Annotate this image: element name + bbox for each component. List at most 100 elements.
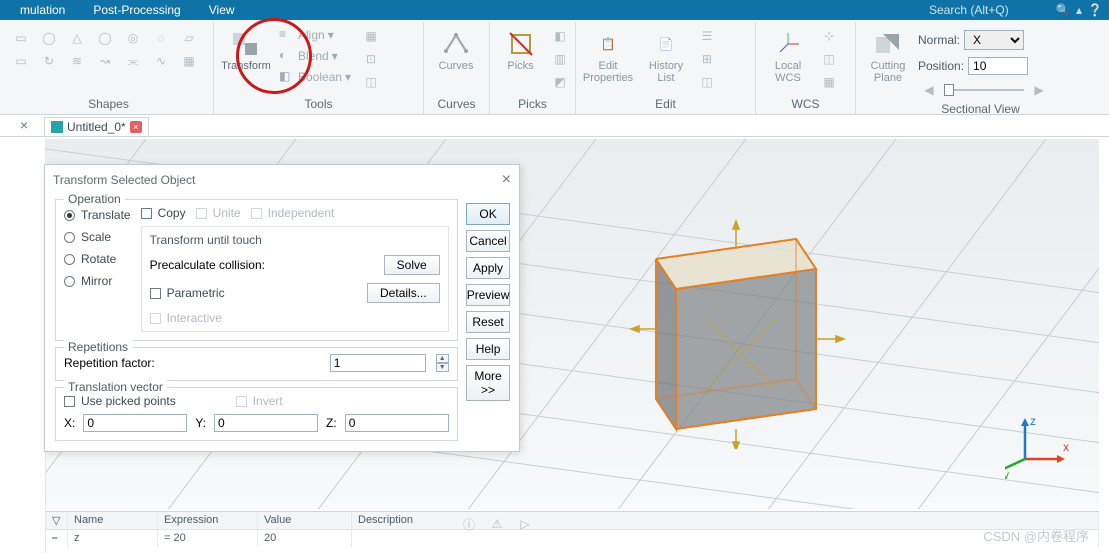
help-icon[interactable]: ❔ — [1087, 2, 1103, 18]
wcs3-icon[interactable]: ▦ — [818, 72, 840, 92]
check-independent: Independent — [251, 206, 335, 220]
x-input[interactable] — [83, 414, 187, 432]
edit1-icon[interactable]: ☰ — [696, 26, 718, 46]
wcs2-icon[interactable]: ◫ — [818, 49, 840, 69]
svg-text:x: x — [1063, 440, 1069, 454]
radio-translate[interactable]: Translate — [64, 208, 131, 222]
transform-button[interactable]: Transform — [218, 26, 274, 76]
rep-factor-input[interactable] — [330, 354, 426, 372]
shape-curve-icon[interactable]: ∿ — [150, 51, 172, 71]
cutting-plane-label: Cutting Plane — [871, 60, 906, 84]
wcs1-icon[interactable]: ⊹ — [818, 26, 840, 46]
z-label: Z: — [326, 416, 337, 430]
svg-text:y: y — [1005, 468, 1009, 479]
local-wcs-button[interactable]: Local WCS — [760, 26, 816, 88]
ok-button[interactable]: OK — [466, 203, 511, 225]
pick2-icon[interactable]: ▥ — [549, 49, 571, 69]
normal-label: Normal: — [918, 33, 960, 47]
shape-extrude2-icon[interactable]: ▭ — [10, 51, 32, 71]
check-parametric[interactable]: Parametric — [150, 286, 225, 300]
ribbon-group-sectional: Cutting Plane Normal:X Position: ◀▶ Sect… — [856, 22, 1105, 114]
tut-label: Transform until touch — [150, 233, 440, 247]
group-title-tools: Tools — [218, 95, 419, 114]
shape-torus-icon[interactable]: ◎ — [122, 28, 144, 48]
status-icons: ⓘ ⚠ ▷ — [456, 512, 538, 536]
position-input[interactable] — [968, 57, 1028, 75]
curves-button[interactable]: Curves — [428, 26, 484, 76]
boolean-button[interactable]: ◧Boolean ▾ — [276, 68, 354, 86]
dialog-close-icon[interactable]: × — [502, 171, 511, 189]
panel-close-icon[interactable]: × — [20, 117, 28, 133]
radio-mirror[interactable]: Mirror — [64, 274, 131, 288]
pick1-icon[interactable]: ◧ — [549, 26, 571, 46]
menu-view[interactable]: View — [195, 3, 249, 17]
edit2-icon[interactable]: ⊞ — [696, 49, 718, 69]
tool1-icon[interactable]: ▦ — [360, 26, 382, 46]
history-list-button[interactable]: 📄History List — [638, 26, 694, 88]
shape-sweep-icon[interactable]: ↝ — [94, 51, 116, 71]
radio-rotate[interactable]: Rotate — [64, 252, 131, 266]
document-tabs: × Untitled_0* × — [0, 115, 1109, 137]
cutting-plane-button[interactable]: Cutting Plane — [860, 26, 916, 88]
search-input[interactable] — [929, 3, 1049, 17]
more-button[interactable]: More >> — [466, 365, 511, 401]
check-copy[interactable]: Copy — [141, 206, 186, 220]
menu-post-processing[interactable]: Post-Processing — [79, 3, 194, 17]
picks-button[interactable]: Picks — [494, 26, 547, 76]
normal-select[interactable]: X — [964, 30, 1024, 50]
cancel-button[interactable]: Cancel — [466, 230, 511, 252]
shape-cone-icon[interactable]: △ — [66, 28, 88, 48]
shape-revolve-icon[interactable]: ↻ — [38, 51, 60, 71]
help-button[interactable]: Help — [466, 338, 511, 360]
slider-right-icon[interactable]: ▶ — [1028, 80, 1050, 100]
shape-extrude-icon[interactable]: ▱ — [178, 28, 200, 48]
precalc-label: Precalculate collision: — [150, 258, 265, 272]
blend-button[interactable]: ◐Blend ▾ — [276, 47, 354, 65]
shape-compound-icon[interactable]: ▦ — [178, 51, 200, 71]
filter-icon[interactable]: ▽ — [46, 512, 68, 529]
check-use-picked-points[interactable]: Use picked points — [64, 394, 176, 408]
slider-left-icon[interactable]: ◀ — [918, 80, 940, 100]
tool2-icon[interactable]: ⊡ — [360, 49, 382, 69]
details-button[interactable]: Details... — [367, 283, 440, 303]
preview-button[interactable]: Preview — [466, 284, 511, 306]
operation-fieldset: Operation Translate Scale Rotate Mirror … — [55, 199, 458, 341]
warning-icon[interactable]: ⚠ — [486, 514, 508, 534]
pick3-icon[interactable]: ◩ — [549, 72, 571, 92]
play-icon[interactable]: ▷ — [514, 514, 536, 534]
tab-untitled[interactable]: Untitled_0* × — [44, 117, 149, 136]
dropdown-icon[interactable]: ▴ — [1071, 2, 1087, 18]
hdr-name: Name — [68, 512, 158, 529]
menu-simulation[interactable]: mulation — [6, 3, 79, 17]
position-slider[interactable]: ◀▶ — [918, 80, 1050, 100]
selected-cube[interactable] — [616, 219, 846, 449]
shape-sphere-icon[interactable]: ◯ — [38, 28, 60, 48]
side-rail — [0, 139, 46, 553]
tab-close-icon[interactable]: × — [130, 121, 142, 133]
radio-scale[interactable]: Scale — [64, 230, 131, 244]
shape-cylinder-icon[interactable]: ◯ — [94, 28, 116, 48]
solve-button[interactable]: Solve — [384, 255, 440, 275]
tool3-icon[interactable]: ◫ — [360, 72, 382, 92]
align-button[interactable]: ≡Align ▾ — [276, 26, 354, 44]
shape-cube-icon[interactable]: ▭ — [10, 28, 32, 48]
shape-chain-icon[interactable]: ⫘ — [122, 51, 144, 71]
z-input[interactable] — [345, 414, 449, 432]
hdr-value: Value — [258, 512, 352, 529]
y-input[interactable] — [214, 414, 318, 432]
edit-properties-button[interactable]: 📋Edit Properties — [580, 26, 636, 88]
chevron-down-icon: ▾ — [345, 70, 351, 84]
reset-button[interactable]: Reset — [466, 311, 511, 333]
shape-loft-icon[interactable]: ≋ — [66, 51, 88, 71]
table-row[interactable]: ⎯ z = 20 20 — [46, 530, 1099, 547]
shape-ring-icon[interactable]: ◌ — [150, 28, 172, 48]
ribbon-group-picks: Picks ◧▥◩ Picks — [490, 22, 576, 114]
row-handle-icon[interactable]: ⎯ — [46, 530, 68, 547]
info-icon[interactable]: ⓘ — [458, 514, 480, 534]
apply-button[interactable]: Apply — [466, 257, 511, 279]
tab-label: Untitled_0* — [67, 120, 126, 134]
edit3-icon[interactable]: ◫ — [696, 72, 718, 92]
search-icon[interactable]: 🔍 — [1055, 2, 1071, 18]
rep-spinner[interactable]: ▲▼ — [436, 354, 449, 372]
repetitions-legend: Repetitions — [64, 340, 132, 354]
